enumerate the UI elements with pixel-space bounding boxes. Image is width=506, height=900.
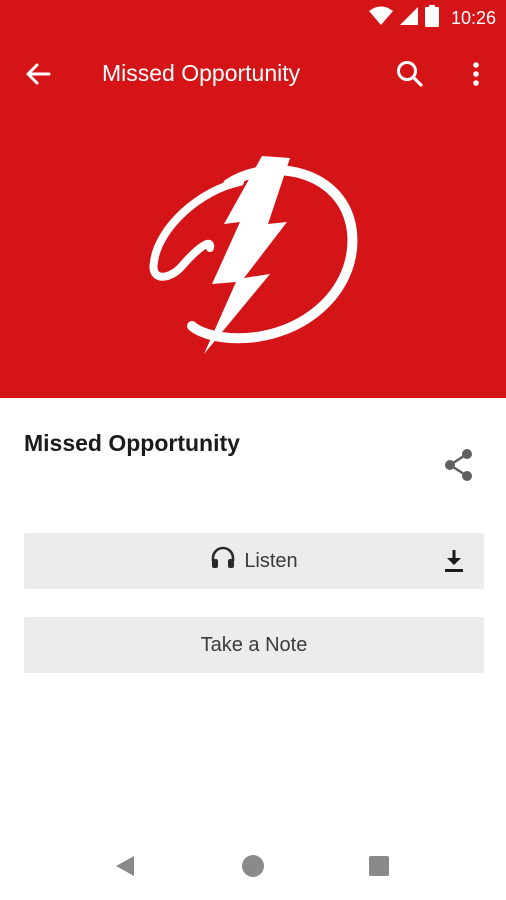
share-icon[interactable] [440, 446, 478, 484]
listen-label: Listen [244, 549, 298, 572]
listen-button-content: Listen [210, 545, 298, 577]
status-icons: 10:26 [368, 4, 496, 32]
take-note-button[interactable]: Take a Note [24, 617, 484, 673]
episode-title: Missed Opportunity [24, 430, 240, 456]
more-vert-icon[interactable] [460, 58, 492, 90]
nav-home-icon[interactable] [242, 855, 264, 877]
app-bar: Missed Opportunity [0, 36, 506, 112]
status-bar: 10:26 [0, 0, 506, 36]
status-time: 10:26 [450, 7, 496, 28]
battery-icon [424, 4, 439, 32]
listen-button[interactable]: Listen [24, 533, 484, 589]
headphones-icon [210, 545, 236, 577]
hero-banner [0, 112, 506, 398]
arrow-back-icon[interactable] [22, 58, 54, 90]
cell-signal-icon [399, 6, 419, 31]
system-nav-bar [0, 830, 506, 900]
nav-back-icon[interactable] [114, 855, 136, 882]
nav-recents-icon[interactable] [369, 856, 389, 876]
download-icon[interactable] [440, 547, 468, 575]
app-bar-title: Missed Opportunity [102, 60, 301, 86]
take-note-label: Take a Note [200, 633, 308, 656]
wifi-icon [368, 6, 393, 31]
search-icon[interactable] [394, 58, 426, 90]
